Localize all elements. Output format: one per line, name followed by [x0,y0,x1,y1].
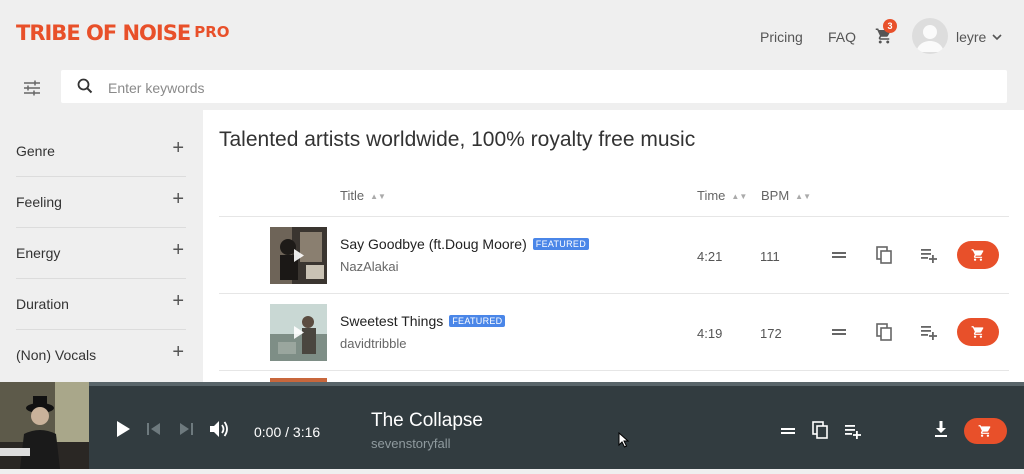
avatar[interactable] [912,18,948,54]
plus-icon[interactable]: + [172,291,184,311]
track-title[interactable]: Say Goodbye (ft.Doug Moore) FEATURED [340,236,589,252]
copy-icon[interactable] [874,322,894,342]
track-title-text: Sweetest Things [340,313,444,329]
add-to-cart-button[interactable] [957,318,999,346]
plus-icon[interactable]: + [172,240,184,260]
search-box [61,70,1007,103]
username[interactable]: leyre [956,29,986,45]
play-icon[interactable] [114,420,132,443]
skip-previous-icon[interactable] [146,422,162,441]
audio-player: 0:00 / 3:16 The Collapse sevenstoryfall [0,382,1024,469]
plus-icon[interactable]: + [172,138,184,158]
player-artwork[interactable] [0,382,89,469]
table-row[interactable]: Sweetest Things FEATURED davidtribble 4:1… [219,294,1009,371]
track-thumbnail[interactable] [270,227,327,284]
equal-icon[interactable] [829,322,849,342]
add-to-cart-button[interactable] [957,241,999,269]
filter-vocals[interactable]: (Non) Vocals + [16,330,186,380]
chevron-down-icon[interactable] [991,30,1003,48]
search-icon[interactable] [77,78,93,99]
track-artist[interactable]: davidtribble [340,336,407,351]
page-title: Talented artists worldwide, 100% royalty… [219,128,696,151]
equal-icon[interactable] [829,245,849,265]
column-bpm-label: BPM [761,188,790,203]
column-time[interactable]: Time ▲▼ [697,188,747,203]
filter-sliders-icon[interactable] [21,79,43,97]
cart-icon [978,425,991,437]
logo-text: TRIBE OF NOISE [16,21,191,45]
nav-pricing-link[interactable]: Pricing [760,29,803,45]
track-title-text: Say Goodbye (ft.Doug Moore) [340,236,527,252]
cart-icon [971,326,984,338]
sort-icon[interactable]: ▲▼ [731,192,747,201]
filter-label: Duration [16,296,69,312]
player-track-artist[interactable]: sevenstoryfall [371,436,450,451]
cart-count-badge: 3 [883,19,897,33]
nav-faq-link[interactable]: FAQ [828,29,856,45]
column-title[interactable]: Title ▲▼ [340,188,386,203]
search-row [0,70,1024,106]
column-title-label: Title [340,188,365,203]
filter-label: Energy [16,245,61,261]
plus-icon[interactable]: + [172,342,184,362]
track-thumbnail[interactable] [270,304,327,361]
player-time: 0:00 / 3:16 [254,424,321,440]
featured-badge: FEATURED [449,315,506,327]
volume-icon[interactable] [208,419,230,444]
track-time: 4:21 [697,249,723,264]
download-icon[interactable] [932,420,950,443]
copy-icon[interactable] [874,245,894,265]
track-bpm: 111 [760,249,780,264]
sort-icon[interactable]: ▲▼ [370,192,386,201]
column-time-label: Time [697,188,726,203]
mouse-cursor-icon [618,431,630,453]
player-add-to-cart-button[interactable] [964,418,1007,444]
filter-energy[interactable]: Energy + [16,228,186,279]
filter-label: (Non) Vocals [16,347,97,363]
track-bpm: 172 [760,326,782,341]
add-to-playlist-icon[interactable] [843,421,863,446]
skip-next-icon[interactable] [178,422,194,441]
filter-duration[interactable]: Duration + [16,279,186,330]
search-input[interactable] [106,74,990,102]
add-to-playlist-icon[interactable] [919,245,939,265]
sort-icon[interactable]: ▲▼ [795,192,811,201]
track-list-panel: Talented artists worldwide, 100% royalty… [203,110,1024,382]
top-bar: TRIBE OF NOISE PRO Pricing FAQ 3 leyre [0,0,1024,70]
track-time: 4:19 [697,326,723,341]
featured-badge: FEATURED [532,238,589,250]
filter-feeling[interactable]: Feeling + [16,177,186,228]
player-track-title[interactable]: The Collapse [371,410,483,432]
player-progress-bar[interactable] [89,382,1024,386]
logo[interactable]: TRIBE OF NOISE PRO [16,21,230,45]
column-bpm[interactable]: BPM ▲▼ [761,188,811,203]
logo-pro: PRO [194,23,230,41]
copy-icon[interactable] [810,420,830,445]
filter-label: Feeling [16,194,62,210]
filter-genre[interactable]: Genre + [16,126,186,177]
track-title[interactable]: Sweetest Things FEATURED [340,313,506,329]
plus-icon[interactable]: + [172,189,184,209]
table-header: Title ▲▼ Time ▲▼ BPM ▲▼ [219,188,1009,217]
cart-icon [971,249,984,261]
table-row[interactable]: Say Goodbye (ft.Doug Moore) FEATURED NazA… [219,217,1009,294]
equal-icon[interactable] [778,421,798,446]
filter-label: Genre [16,143,55,159]
add-to-playlist-icon[interactable] [919,322,939,342]
track-artist[interactable]: NazAlakai [340,259,399,274]
